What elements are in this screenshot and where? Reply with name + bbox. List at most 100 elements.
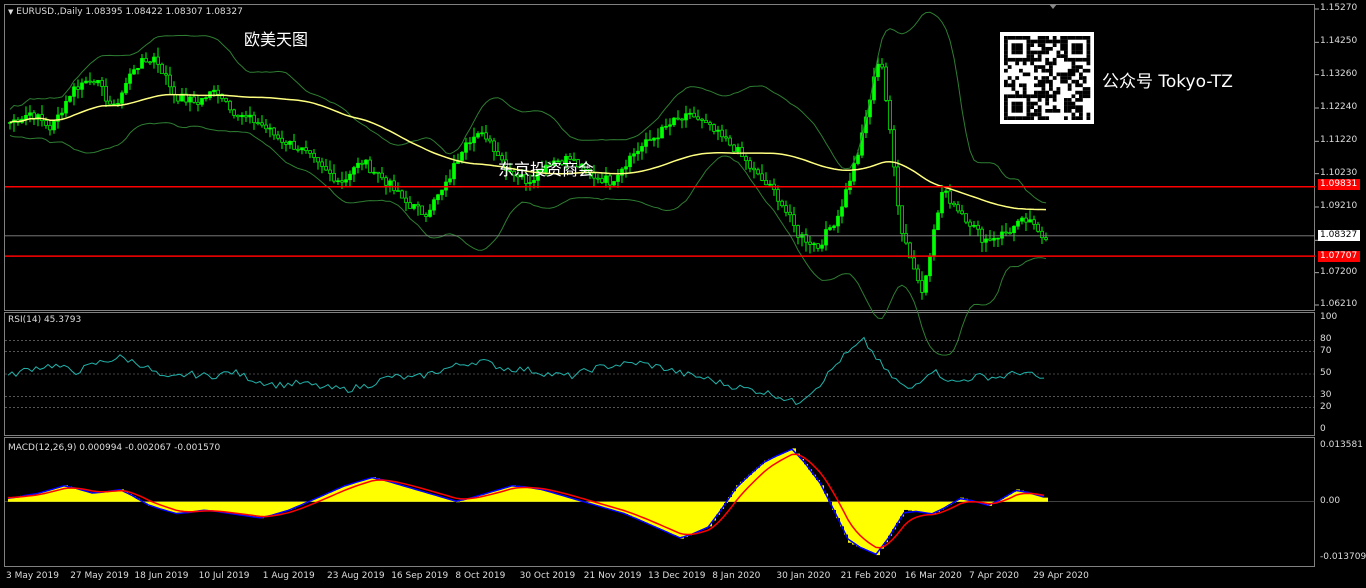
watermark-account: 公众号 Tokyo-TZ	[1102, 72, 1233, 92]
qr-module	[1071, 116, 1076, 120]
candle-body	[688, 112, 692, 115]
candle-body	[792, 214, 796, 226]
macd-histogram-bar	[208, 501, 212, 511]
candle-body	[836, 215, 840, 227]
rsi-tick-label: 0	[1320, 424, 1326, 434]
qr-module	[1015, 101, 1020, 106]
macd-histogram-bar	[412, 488, 416, 502]
date-tick-label: 7 Apr 2020	[969, 571, 1019, 581]
qr-module	[1064, 57, 1068, 62]
candle-body	[672, 117, 676, 126]
candle-body	[936, 212, 940, 231]
candle-body	[168, 74, 172, 88]
macd-histogram-bar	[100, 492, 104, 502]
price-tick-label: 1.11220	[1320, 135, 1358, 146]
candle-body	[448, 178, 452, 183]
time-axis[interactable]: 3 May 2019 27 May 2019 18 Jun 2019 10 Jul 2…	[0, 568, 1366, 588]
qr-module	[1011, 43, 1016, 47]
macd-histogram-bar	[912, 501, 916, 512]
candle-body	[484, 132, 488, 140]
qr-module	[1019, 57, 1023, 62]
candle-body	[336, 180, 340, 183]
qr-module	[1011, 50, 1016, 55]
qr-module	[1071, 94, 1076, 99]
candle-body	[188, 96, 192, 103]
candle-body	[1020, 217, 1024, 222]
candle-body	[492, 140, 496, 152]
rsi-scale: 100 80 70 50 30 20 0	[1316, 312, 1366, 436]
macd-histogram-bar	[196, 501, 200, 512]
qr-module	[1037, 116, 1042, 120]
qr-module	[1015, 94, 1020, 99]
qr-module	[1067, 87, 1072, 91]
macd-histogram-bar	[764, 460, 768, 502]
candle-body	[880, 63, 884, 68]
candle-body	[244, 114, 248, 118]
candle-body	[476, 133, 480, 138]
current-price-label: 1.08327	[1318, 230, 1360, 241]
date-tick-label: 16 Mar 2020	[904, 571, 962, 581]
watermark-top-left: 欧美天图	[244, 30, 309, 49]
macd-histogram-bar	[520, 486, 524, 502]
qr-module	[1026, 57, 1031, 62]
candle-body	[332, 173, 336, 182]
candle-body	[360, 162, 364, 165]
qr-module	[1034, 90, 1038, 95]
candle-body	[808, 241, 812, 245]
qr-module	[1004, 57, 1008, 62]
date-tick-label: 3 May 2019	[6, 571, 59, 581]
candle-body	[920, 280, 924, 293]
candle-body	[760, 173, 764, 181]
qr-module	[1015, 76, 1020, 80]
qr-module	[1037, 98, 1042, 102]
qr-module	[1075, 36, 1080, 40]
qr-module	[1064, 101, 1068, 106]
candle-body	[528, 182, 532, 184]
qr-module	[1015, 105, 1020, 110]
candle-body	[968, 221, 972, 227]
candle-body	[432, 199, 436, 211]
candle-body	[388, 180, 392, 186]
qr-module	[1064, 109, 1068, 113]
qr-module	[1041, 87, 1046, 91]
date-tick-label: 18 Jun 2019	[134, 571, 189, 581]
candle-body	[488, 138, 492, 142]
qr-module	[1026, 72, 1031, 77]
qr-module	[1045, 36, 1050, 40]
qr-module	[1037, 36, 1042, 40]
candle-body	[120, 92, 124, 104]
qr-module	[1037, 50, 1042, 55]
qr-module	[1030, 112, 1035, 117]
qr-module	[1082, 36, 1087, 40]
candle-body	[900, 205, 904, 234]
candle-body	[704, 119, 708, 124]
collapse-triangle-icon[interactable]: ▼	[8, 8, 13, 16]
qr-module	[1011, 36, 1016, 40]
qr-module	[1064, 98, 1068, 102]
qr-module	[1022, 61, 1027, 66]
rsi-line	[7, 336, 1045, 406]
qr-module	[1079, 72, 1083, 77]
macd-histogram-bar	[860, 501, 864, 549]
qr-module	[1067, 105, 1072, 110]
qr-module	[1026, 101, 1031, 106]
candle-body	[624, 166, 628, 170]
qr-module	[1067, 57, 1072, 62]
qr-module	[1037, 79, 1042, 84]
qr-module	[1007, 94, 1012, 99]
qr-module	[1082, 94, 1087, 99]
macd-histogram-bar	[748, 474, 752, 502]
qr-module	[1086, 116, 1091, 120]
macd-histogram-bar	[692, 501, 696, 534]
rsi-label: RSI(14) 45.3793	[8, 315, 82, 325]
price-scale[interactable]: 1.15270 1.14250 1.13260 1.12240 1.11220 1.102…	[1316, 0, 1366, 311]
qr-module	[1026, 105, 1031, 110]
qr-module	[1030, 43, 1035, 47]
qr-module	[1034, 50, 1038, 55]
qr-module	[1086, 46, 1091, 51]
candle-body	[400, 190, 404, 199]
macd-histogram-bar	[192, 501, 196, 512]
qr-module	[1071, 72, 1076, 77]
candle-body	[1036, 223, 1040, 232]
price-tick-label: 1.10230	[1320, 167, 1358, 178]
